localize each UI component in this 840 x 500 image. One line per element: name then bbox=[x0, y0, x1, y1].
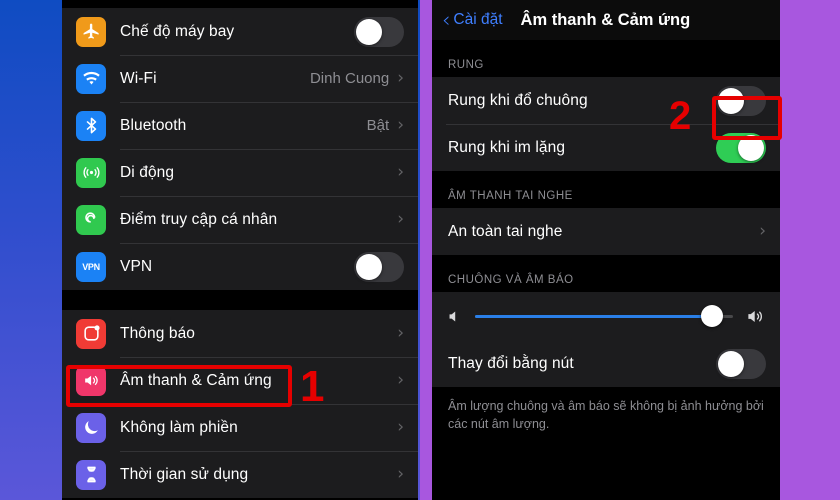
slider-fill bbox=[475, 314, 713, 318]
chevron-right-icon: › bbox=[397, 115, 404, 135]
sidebar-item-label: Bluetooth bbox=[120, 116, 187, 134]
chevron-left-icon: ‹ bbox=[442, 7, 451, 32]
sidebar-item-label: Âm thanh & Cảm ứng bbox=[120, 371, 272, 389]
back-button[interactable]: ‹ Cài đặt bbox=[442, 7, 503, 32]
page-title: Âm thanh & Cảm ứng bbox=[520, 10, 691, 29]
bluetooth-icon bbox=[76, 110, 106, 141]
sidebar-item-airplane-mode[interactable]: Chế độ máy bay bbox=[62, 8, 418, 55]
toggle-knob bbox=[738, 134, 764, 161]
status-bar-left bbox=[62, 0, 418, 8]
ringer-footnote: Âm lượng chuông và âm báo sẽ không bị ản… bbox=[432, 387, 780, 438]
section-vibration: Rung khi đổ chuông Rung khi im lặng bbox=[432, 77, 780, 171]
wifi-icon bbox=[76, 63, 106, 94]
sidebar-item-label: Điểm truy cập cá nhân bbox=[120, 210, 278, 228]
vibrate-on-silent-toggle[interactable] bbox=[716, 132, 766, 163]
sidebar-item-label: Wi-Fi bbox=[120, 69, 157, 87]
section-header-headphone-audio: ÂM THANH TAI NGHE bbox=[432, 171, 780, 208]
row-vibrate-on-ring[interactable]: Rung khi đổ chuông bbox=[432, 77, 780, 124]
toggle-knob bbox=[356, 253, 382, 280]
settings-list-panel: Chế độ máy bay Wi-Fi Dinh Cuong › Blueto… bbox=[62, 0, 418, 500]
settings-group-system: Thông báo › Âm thanh & Cảm ứng › Không l… bbox=[62, 310, 418, 498]
chevron-right-icon: › bbox=[397, 370, 404, 390]
sidebar-item-label: Không làm phiền bbox=[120, 418, 238, 436]
slider-knob[interactable] bbox=[701, 305, 724, 327]
vibrate-on-ring-toggle[interactable] bbox=[716, 85, 766, 116]
sidebar-item-label: Thời gian sử dụng bbox=[120, 465, 249, 483]
hourglass-icon bbox=[76, 459, 106, 490]
moon-icon bbox=[76, 412, 106, 443]
cellular-icon bbox=[76, 157, 106, 188]
group-separator bbox=[62, 290, 418, 310]
sidebar-item-sounds-haptics[interactable]: Âm thanh & Cảm ứng › bbox=[62, 357, 418, 404]
section-headphone-audio: An toàn tai nghe › bbox=[432, 208, 780, 255]
hotspot-icon bbox=[76, 204, 106, 235]
toggle-knob bbox=[718, 350, 744, 377]
vpn-icon: VPN bbox=[76, 251, 106, 282]
airplane-mode-toggle[interactable] bbox=[354, 16, 404, 47]
notifications-icon bbox=[76, 318, 106, 349]
chevron-right-icon: › bbox=[397, 162, 404, 182]
row-headphone-safety[interactable]: An toàn tai nghe › bbox=[432, 208, 780, 255]
back-button-label: Cài đặt bbox=[453, 11, 503, 28]
airplane-icon bbox=[76, 16, 106, 47]
sidebar-item-wifi[interactable]: Wi-Fi Dinh Cuong › bbox=[62, 55, 418, 102]
row-change-with-buttons[interactable]: Thay đổi bằng nút bbox=[432, 340, 780, 387]
section-header-ringer-alerts: CHUÔNG VÀ ÂM BÁO bbox=[432, 255, 780, 292]
row-label: Thay đổi bằng nút bbox=[448, 354, 574, 372]
annotation-number-2: 2 bbox=[669, 94, 692, 138]
sidebar-item-personal-hotspot[interactable]: Điểm truy cập cá nhân › bbox=[62, 196, 418, 243]
toggle-knob bbox=[718, 87, 744, 114]
toggle-knob bbox=[356, 18, 382, 45]
change-with-buttons-toggle[interactable] bbox=[716, 348, 766, 379]
section-header-vibration: RUNG bbox=[432, 40, 780, 77]
sidebar-item-vpn[interactable]: VPN VPN bbox=[62, 243, 418, 290]
sidebar-item-screen-time[interactable]: Thời gian sử dụng › bbox=[62, 451, 418, 498]
wifi-network-value: Dinh Cuong bbox=[309, 70, 390, 87]
vpn-toggle[interactable] bbox=[354, 251, 404, 282]
sidebar-item-label: VPN bbox=[120, 257, 153, 275]
sidebar-item-label: Di động bbox=[120, 163, 175, 181]
sidebar-item-label: Thông báo bbox=[120, 324, 196, 342]
chevron-right-icon: › bbox=[397, 417, 404, 437]
chevron-right-icon: › bbox=[397, 464, 404, 484]
chevron-right-icon: › bbox=[397, 323, 404, 343]
speaker-high-icon bbox=[745, 307, 766, 326]
section-ringer-alerts: Thay đổi bằng nút bbox=[432, 292, 780, 387]
bluetooth-state-value: Bật bbox=[366, 117, 390, 134]
annotation-number-1: 1 bbox=[300, 362, 325, 411]
settings-group-connectivity: Chế độ máy bay Wi-Fi Dinh Cuong › Blueto… bbox=[62, 8, 418, 290]
chevron-right-icon: › bbox=[759, 221, 766, 241]
speaker-low-icon bbox=[446, 308, 463, 325]
sounds-icon bbox=[76, 365, 106, 396]
navigation-bar: ‹ Cài đặt Âm thanh & Cảm ứng bbox=[432, 0, 780, 40]
ringer-volume-slider[interactable] bbox=[475, 305, 733, 327]
row-vibrate-on-silent[interactable]: Rung khi im lặng bbox=[432, 124, 780, 171]
row-label: An toàn tai nghe bbox=[448, 222, 563, 240]
chevron-right-icon: › bbox=[397, 68, 404, 88]
row-label: Rung khi im lặng bbox=[448, 138, 566, 156]
chevron-right-icon: › bbox=[397, 209, 404, 229]
sidebar-item-cellular[interactable]: Di động › bbox=[62, 149, 418, 196]
sidebar-item-do-not-disturb[interactable]: Không làm phiền › bbox=[62, 404, 418, 451]
sidebar-item-notifications[interactable]: Thông báo › bbox=[62, 310, 418, 357]
sidebar-item-label: Chế độ máy bay bbox=[120, 22, 235, 40]
sidebar-item-bluetooth[interactable]: Bluetooth Bật › bbox=[62, 102, 418, 149]
sounds-haptics-detail-panel: ‹ Cài đặt Âm thanh & Cảm ứng RUNG Rung k… bbox=[432, 0, 780, 500]
ringer-volume-slider-row[interactable] bbox=[432, 292, 780, 340]
